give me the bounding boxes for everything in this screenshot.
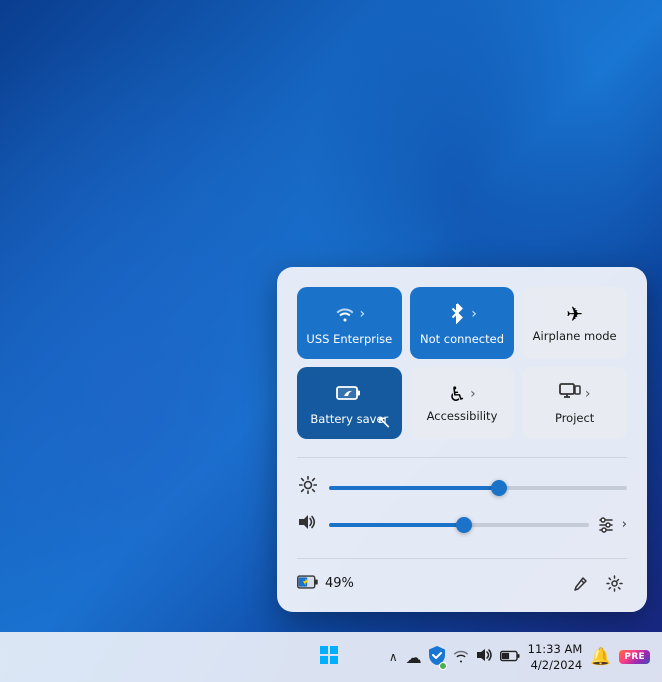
volume-icon — [297, 513, 319, 536]
footer-actions — [568, 571, 627, 596]
battery-saver-icon — [336, 382, 362, 407]
wifi-tile[interactable]: › USS Enterprise — [297, 287, 402, 359]
quick-settings-panel: › USS Enterprise › Not connected — [277, 267, 647, 612]
settings-button[interactable] — [602, 571, 627, 596]
project-label: Project — [555, 412, 594, 426]
bluetooth-tile[interactable]: › Not connected — [410, 287, 515, 359]
project-icon — [559, 383, 581, 406]
accessibility-arrow: › — [470, 386, 476, 402]
pre-badge[interactable]: PRE — [619, 650, 650, 664]
bluetooth-label: Not connected — [420, 333, 504, 347]
taskbar-center-icons — [315, 641, 347, 673]
brightness-thumb[interactable] — [491, 480, 507, 496]
clock-date: 4/2/2024 — [528, 657, 583, 673]
brightness-slider[interactable] — [329, 478, 627, 498]
tray-battery-icon[interactable] — [500, 648, 520, 667]
tray-overflow-button[interactable]: ∧ — [387, 648, 400, 666]
battery-info: 49% — [297, 574, 354, 594]
volume-slider[interactable] — [329, 515, 589, 535]
sliders-section: › — [297, 472, 627, 544]
volume-row: › — [297, 513, 627, 536]
battery-percent: 49% — [325, 576, 354, 591]
accessibility-label: Accessibility — [427, 410, 498, 424]
project-arrow: › — [585, 386, 591, 402]
wifi-label: USS Enterprise — [306, 333, 392, 347]
clock-time: 11:33 AM — [528, 641, 583, 657]
volume-fill — [329, 523, 464, 527]
divider-1 — [297, 457, 627, 458]
battery-saver-tile[interactable]: Battery saver ↖ — [297, 367, 402, 439]
brightness-row — [297, 476, 627, 499]
volume-settings-area[interactable]: › — [599, 517, 627, 533]
battery-charging-icon — [297, 574, 319, 594]
start-button[interactable] — [315, 641, 343, 673]
wifi-arrow: › — [360, 306, 366, 322]
tray-volume-icon[interactable] — [476, 647, 494, 667]
wifi-icon — [334, 302, 356, 327]
quick-settings-footer: 49% — [297, 558, 627, 596]
brightness-fill — [329, 486, 499, 490]
edit-button[interactable] — [568, 572, 592, 596]
airplane-label: Airplane mode — [533, 330, 617, 344]
defender-icon[interactable] — [428, 645, 446, 670]
taskbar-right: ∧ ☁ — [387, 641, 650, 673]
accessibility-icon: ♿ — [448, 384, 466, 404]
quick-tiles-grid: › USS Enterprise › Not connected — [297, 287, 627, 439]
brightness-icon — [297, 476, 319, 499]
tray-wifi-icon[interactable] — [452, 647, 470, 667]
bluetooth-arrow: › — [471, 306, 477, 322]
onedrive-icon[interactable]: ☁ — [406, 648, 422, 667]
system-clock[interactable]: 11:33 AM 4/2/2024 — [528, 641, 583, 673]
notification-bell[interactable]: 🔔 — [590, 647, 611, 667]
defender-status-dot — [439, 662, 447, 670]
project-tile[interactable]: › Project — [522, 367, 627, 439]
system-tray: ∧ ☁ — [387, 645, 520, 670]
accessibility-tile[interactable]: ♿ › Accessibility — [410, 367, 515, 439]
airplane-tile[interactable]: ✈ Airplane mode — [522, 287, 627, 359]
bluetooth-icon — [447, 302, 467, 327]
airplane-icon: ✈ — [566, 304, 583, 324]
taskbar: ∧ ☁ — [0, 632, 662, 682]
battery-saver-label: Battery saver — [310, 413, 388, 427]
volume-thumb[interactable] — [456, 517, 472, 533]
